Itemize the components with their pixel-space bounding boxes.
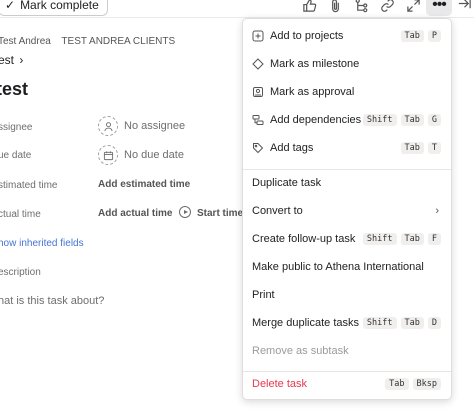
- shortcut-key: Tab: [400, 142, 424, 154]
- check-icon: ✓: [5, 0, 16, 12]
- menu-item-create-follow-up-task[interactable]: Create follow-up task Shift Tab F: [243, 226, 451, 252]
- menu-item-label: Delete task: [252, 378, 308, 390]
- breadcrumb: Test Andrea TEST ANDREA CLIENTS: [0, 36, 183, 47]
- menu-item-mark-as-milestone[interactable]: Mark as milestone: [243, 51, 451, 77]
- assignee-label: ssignee: [0, 122, 33, 133]
- shortcut-key: Shift: [362, 233, 397, 245]
- due-date-value[interactable]: No due date: [124, 149, 184, 161]
- add-estimated-time-button[interactable]: Add estimated time: [98, 179, 190, 190]
- calendar-icon[interactable]: [98, 145, 118, 165]
- more-icon: •••: [432, 0, 447, 13]
- shortcut-key: D: [427, 317, 441, 329]
- menu-item-convert-to[interactable]: Convert to ›: [243, 198, 451, 224]
- shortcut-key: Tab: [400, 114, 424, 126]
- shortcut-key: Tab: [400, 30, 424, 42]
- shortcut-key: G: [427, 114, 441, 126]
- milestone-diamond-icon: [251, 57, 265, 71]
- menu-item-label: Convert to: [252, 205, 303, 217]
- chevron-right-icon: ›: [435, 205, 439, 217]
- menu-item-print[interactable]: Print: [243, 282, 451, 308]
- menu-item-add-to-projects[interactable]: Add to projects Tab P: [243, 23, 451, 49]
- menu-item-add-tags[interactable]: Add tags Tab T: [243, 135, 451, 161]
- parent-task-label: est: [0, 53, 15, 67]
- play-icon[interactable]: [179, 206, 191, 218]
- parent-task-link[interactable]: est ›: [0, 53, 23, 67]
- shortcut-key: Shift: [362, 114, 397, 126]
- shortcut-key: T: [427, 142, 441, 154]
- menu-item-label: Duplicate task: [252, 177, 322, 189]
- menu-item-label: Create follow-up task: [252, 233, 356, 245]
- menu-item-mark-as-approval[interactable]: Mark as approval: [243, 79, 451, 105]
- actual-time-label: ctual time: [0, 209, 41, 220]
- menu-item-remove-as-subtask[interactable]: Remove as subtask: [243, 338, 451, 364]
- description-input[interactable]: hat is this task about?: [0, 295, 104, 307]
- description-label: escription: [0, 267, 41, 278]
- shortcut-key: P: [427, 30, 441, 42]
- menu-item-merge-duplicate-tasks[interactable]: Merge duplicate tasks Shift Tab D: [243, 310, 451, 336]
- menu-item-add-dependencies[interactable]: Add dependencies Shift Tab G: [243, 107, 451, 133]
- task-title[interactable]: test: [0, 79, 28, 100]
- add-project-icon: [251, 29, 265, 43]
- due-date-label: ue date: [0, 150, 32, 161]
- paperclip-icon[interactable]: [326, 0, 344, 14]
- expand-icon[interactable]: [404, 0, 422, 14]
- close-panel-icon[interactable]: [457, 0, 474, 14]
- menu-item-label: Add tags: [270, 142, 314, 154]
- menu-item-label: Print: [252, 289, 275, 301]
- shortcut-key: Bksp: [412, 378, 441, 390]
- breadcrumb-item[interactable]: TEST ANDREA CLIENTS: [61, 36, 175, 47]
- shortcut-key: Tab: [400, 233, 424, 245]
- menu-item-make-public[interactable]: Make public to Athena International: [243, 254, 451, 280]
- breadcrumb-item[interactable]: Test Andrea: [0, 36, 51, 47]
- menu-item-label: Add to projects: [270, 30, 344, 42]
- menu-item-label: Make public to Athena International: [252, 261, 424, 273]
- assignee-value[interactable]: No assignee: [124, 120, 185, 132]
- shortcut-key: Tab: [400, 317, 424, 329]
- menu-item-label: Merge duplicate tasks: [252, 317, 359, 329]
- approval-stamp-icon: [251, 85, 265, 99]
- mark-complete-label: Mark complete: [20, 0, 99, 12]
- chevron-right-icon: ›: [19, 53, 24, 67]
- tag-icon: [251, 141, 265, 155]
- menu-item-delete-task[interactable]: Delete task Tab Bksp: [243, 371, 451, 397]
- assignee-avatar-icon[interactable]: [98, 116, 118, 136]
- task-actions-menu: Add to projects Tab P Mark as milestone …: [242, 18, 452, 400]
- estimated-time-label: stimated time: [0, 180, 58, 191]
- menu-item-label: Mark as milestone: [270, 58, 360, 70]
- link-icon[interactable]: [378, 0, 396, 14]
- menu-item-duplicate-task[interactable]: Duplicate task: [243, 170, 451, 196]
- show-inherited-fields-link[interactable]: how inherited fields: [0, 238, 84, 249]
- menu-item-label: Add dependencies: [270, 114, 362, 126]
- shortcut-key: F: [427, 233, 441, 245]
- shortcut-key: Shift: [362, 317, 397, 329]
- dependencies-icon: [251, 113, 265, 127]
- add-actual-time-button[interactable]: Add actual time: [98, 208, 172, 219]
- task-toolbar: ✓ Mark complete •••: [0, 0, 474, 18]
- thumbs-up-icon[interactable]: [300, 0, 318, 14]
- menu-item-label: Mark as approval: [270, 86, 355, 98]
- menu-item-label: Remove as subtask: [252, 345, 349, 357]
- shortcut-key: Tab: [385, 378, 409, 390]
- subtask-icon[interactable]: [352, 0, 370, 14]
- mark-complete-button[interactable]: ✓ Mark complete: [0, 0, 108, 16]
- more-actions-button[interactable]: •••: [426, 0, 452, 16]
- start-timer-button[interactable]: Start timer: [197, 208, 247, 219]
